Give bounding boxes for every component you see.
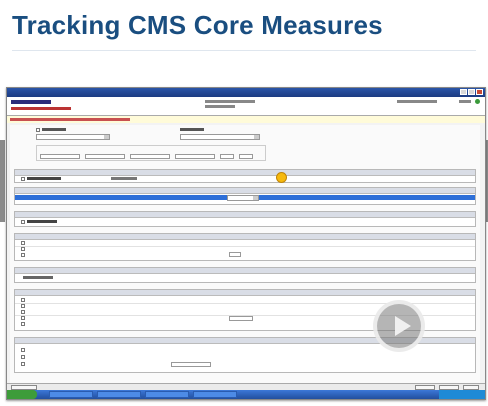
- section-6-checkbox-3[interactable]: [21, 310, 25, 314]
- section-6-checkbox-4[interactable]: [21, 316, 25, 320]
- system-tray: [439, 390, 485, 399]
- section-2-select[interactable]: [227, 195, 259, 201]
- section-4-divider: [15, 246, 475, 247]
- status-icon: [475, 99, 480, 104]
- section-5-row-text: [23, 276, 53, 279]
- section-1-header: [15, 170, 475, 176]
- play-icon: [395, 316, 411, 336]
- taskbar-item-1[interactable]: [49, 391, 93, 398]
- section-3-row-text: [27, 220, 57, 223]
- section-7-checkbox-1[interactable]: [21, 348, 25, 352]
- section-4: [14, 233, 476, 261]
- section-4-input[interactable]: [229, 252, 241, 257]
- window-titlebar: [7, 88, 485, 97]
- embedded-app-screenshot: [6, 87, 486, 400]
- section-6-checkbox-5[interactable]: [21, 322, 25, 326]
- patient-header: [7, 97, 485, 116]
- slide-title: Tracking CMS Core Measures: [12, 10, 383, 40]
- section-5: [14, 267, 476, 283]
- title-divider: [12, 50, 476, 51]
- section-6-checkbox-2[interactable]: [21, 304, 25, 308]
- section-2: [14, 187, 476, 205]
- section-1-row-date: [111, 177, 137, 180]
- play-button[interactable]: [373, 300, 425, 352]
- field-label-block-2: [180, 128, 204, 131]
- field-input-1[interactable]: [40, 154, 80, 159]
- section-7-input[interactable]: [171, 362, 211, 367]
- field-input-4[interactable]: [175, 154, 215, 159]
- windows-taskbar: [7, 390, 485, 399]
- section-6-input[interactable]: [229, 316, 253, 321]
- patient-meta-block: [11, 107, 71, 110]
- taskbar-item-2[interactable]: [97, 391, 141, 398]
- patient-right-block: [397, 100, 437, 103]
- field-input-3[interactable]: [130, 154, 170, 159]
- section-1-checkbox[interactable]: [21, 177, 25, 181]
- left-edge-bar: [0, 140, 5, 222]
- section-4-checkbox-3[interactable]: [21, 253, 25, 257]
- minimize-icon[interactable]: [460, 89, 467, 95]
- start-button[interactable]: [7, 390, 37, 399]
- field-select-1[interactable]: [36, 134, 110, 140]
- maximize-icon[interactable]: [468, 89, 475, 95]
- section-6-header: [15, 290, 475, 296]
- section-1-row-text: [27, 177, 61, 180]
- section-5-header: [15, 268, 475, 274]
- section-4-checkbox-1[interactable]: [21, 241, 25, 245]
- taskbar-item-3[interactable]: [145, 391, 189, 398]
- section-6-checkbox-1[interactable]: [21, 298, 25, 302]
- close-icon[interactable]: [476, 89, 483, 95]
- section-3-checkbox[interactable]: [21, 220, 25, 224]
- section-7-checkbox-2[interactable]: [21, 355, 25, 359]
- cursor-highlight-icon: [276, 172, 287, 183]
- patient-name-block: [11, 100, 51, 104]
- section-4-header: [15, 234, 475, 240]
- field-input-6[interactable]: [239, 154, 253, 159]
- field-input-5[interactable]: [220, 154, 234, 159]
- window-controls: [460, 89, 483, 95]
- patient-done-block: [459, 100, 471, 103]
- message-bar: [7, 116, 485, 123]
- field-input-2[interactable]: [85, 154, 125, 159]
- taskbar-item-4[interactable]: [193, 391, 237, 398]
- section-4-checkbox-2[interactable]: [21, 247, 25, 251]
- field-label-block: [42, 128, 66, 131]
- section-3: [14, 211, 476, 227]
- core-measure-checkbox[interactable]: [36, 128, 40, 132]
- patient-mid-block: [205, 100, 255, 103]
- field-select-2[interactable]: [180, 134, 260, 140]
- section-2-header: [15, 188, 475, 194]
- section-3-header: [15, 212, 475, 218]
- section-1: [14, 169, 476, 183]
- admission-fields-group: [36, 145, 266, 161]
- patient-mid-block-2: [205, 105, 235, 108]
- section-7-checkbox-3[interactable]: [21, 362, 25, 366]
